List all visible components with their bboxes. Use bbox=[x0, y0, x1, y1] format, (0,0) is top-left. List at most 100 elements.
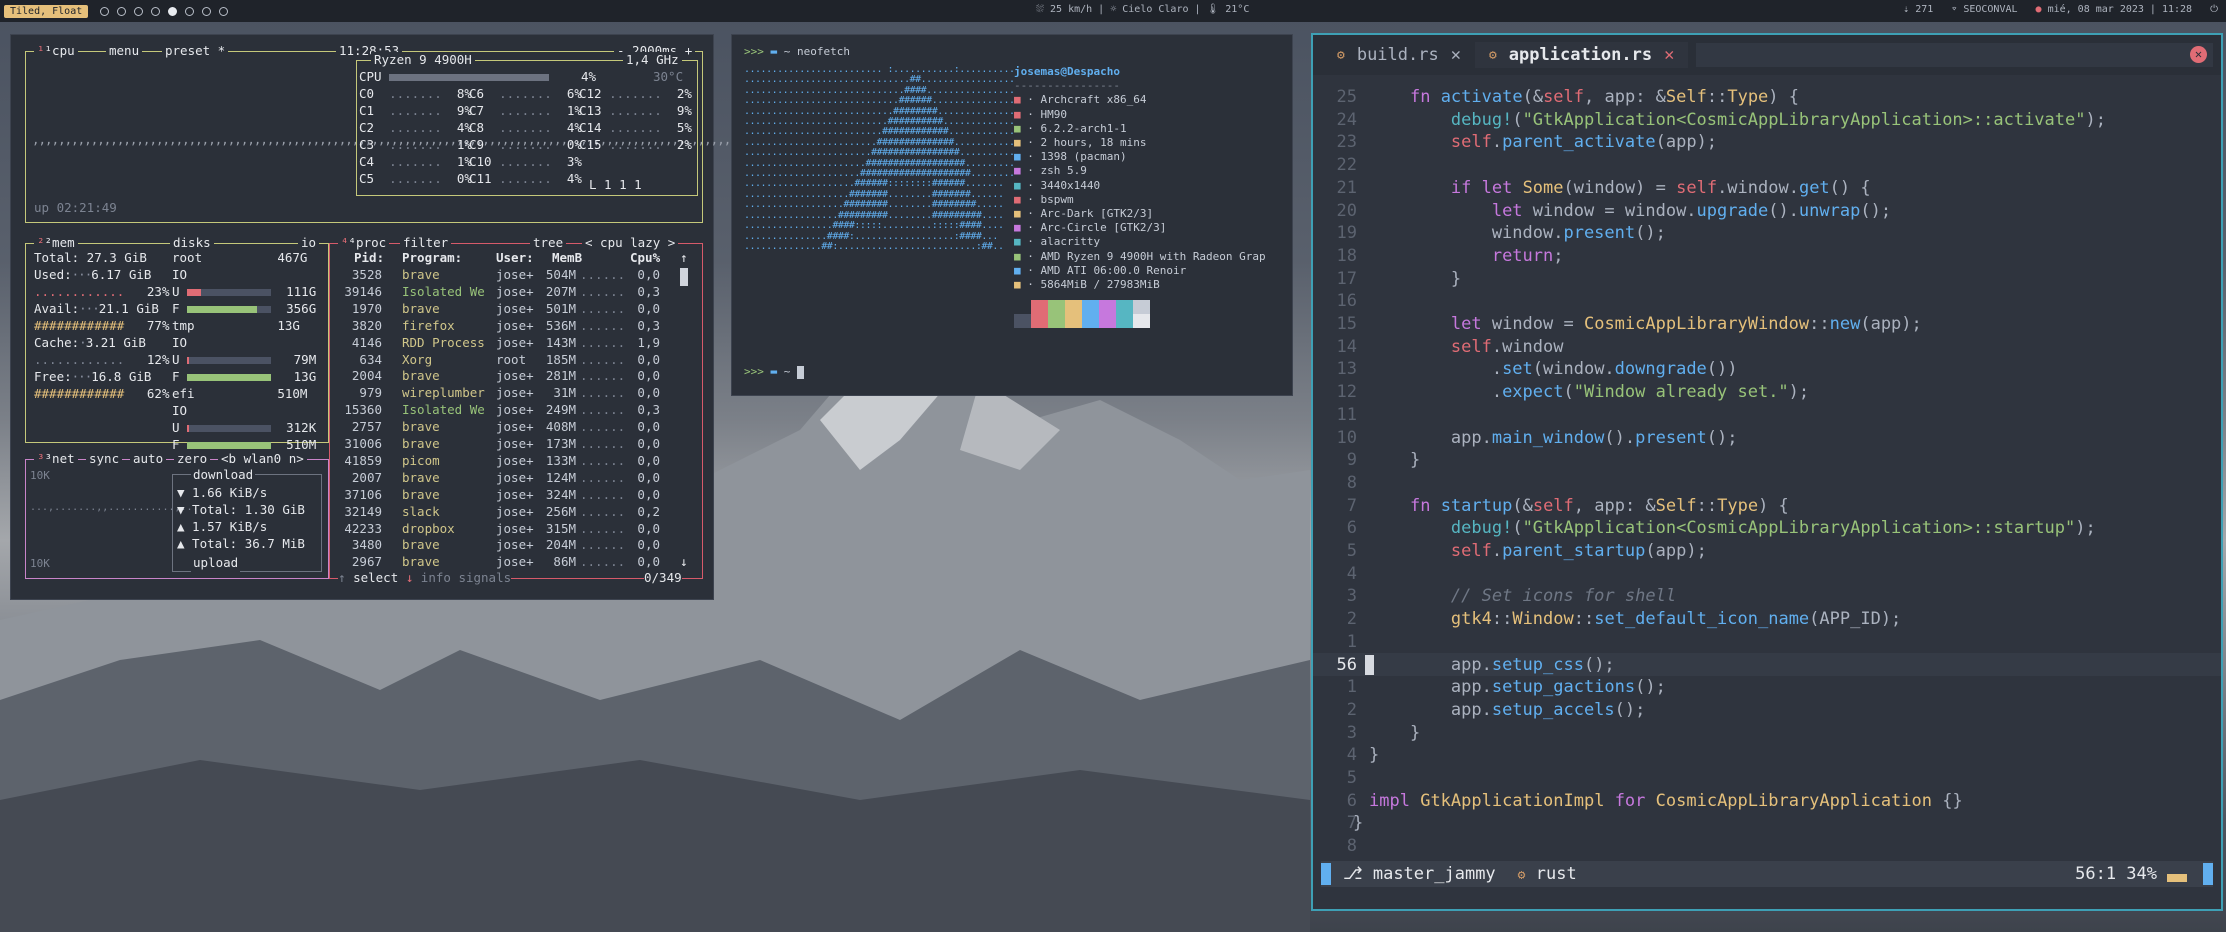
proc-row[interactable]: 2004 brave jose+ 281M 0,0...... bbox=[330, 368, 674, 385]
net-interface-selector[interactable]: <b wlan0 n> bbox=[218, 451, 307, 467]
mem-free: Free:···16.8 GiB bbox=[34, 369, 152, 384]
cpu-core-c5: C5 ....... 0% bbox=[359, 171, 472, 186]
proc-pid: 39146 bbox=[344, 283, 382, 299]
proc-pid: 3528 bbox=[351, 267, 382, 282]
color-palette bbox=[1014, 300, 1266, 315]
workspace-8[interactable] bbox=[219, 6, 229, 16]
proc-row[interactable]: 3528 brave jose+ 504M 0,0...... bbox=[330, 267, 674, 284]
wifi-status[interactable]: ⌔ SEOCONVAL bbox=[1951, 4, 2017, 15]
close-tab-icon[interactable]: ✕ bbox=[1664, 45, 1674, 65]
proc-row[interactable]: 32149 slack jose+ 256M 0,2...... bbox=[330, 504, 674, 521]
proc-row[interactable]: 41859 picom jose+ 133M 0,0...... bbox=[330, 453, 674, 470]
workspace-5-active[interactable] bbox=[168, 6, 178, 16]
sysinfo-line: ■ · 2 hours, 18 mins bbox=[1014, 136, 1147, 150]
code-line: gtk4::Window::set_default_icon_name(APP_… bbox=[1450, 609, 1902, 630]
cpu-title[interactable]: ¹¹cpu bbox=[34, 43, 78, 59]
color-swatch bbox=[1048, 314, 1065, 329]
prompt-line-2[interactable]: >>> ▬ ~ bbox=[744, 365, 804, 379]
io-title[interactable]: io bbox=[298, 235, 320, 251]
proc-program: brave bbox=[402, 419, 440, 435]
net-sync-button[interactable]: sync bbox=[86, 451, 123, 467]
proc-tree-toggle[interactable]: tree bbox=[530, 235, 567, 251]
power-icon[interactable]: ⏻ bbox=[2210, 4, 2218, 15]
proc-program: Xorg bbox=[402, 351, 433, 367]
code-editor[interactable]: ⚙ build.rs ✕ ⚙ application.rs ✕ ✕ 25 fn … bbox=[1311, 33, 2223, 911]
disk-free: F 13G bbox=[172, 369, 317, 384]
workspace-3[interactable] bbox=[134, 6, 144, 16]
btop-window[interactable]: ¹¹cpu menu preset * 11:28:53 - 2000ms + … bbox=[10, 34, 738, 600]
proc-pid: 3820 bbox=[351, 317, 382, 333]
proc-row[interactable]: 42233 dropbox jose+ 315M 0,0...... bbox=[330, 521, 674, 538]
proc-col-header[interactable]: Program: bbox=[402, 250, 462, 267]
color-swatch bbox=[1133, 300, 1150, 315]
mem-title[interactable]: ²²mem bbox=[34, 235, 78, 251]
neofetch-terminal[interactable]: >>> ▬ ~ neofetch .......................… bbox=[731, 34, 1293, 396]
proc-cpu-graph: ...... bbox=[580, 317, 626, 333]
proc-cpu-graph: ...... bbox=[580, 520, 626, 536]
proc-row[interactable]: 37106 brave jose+ 324M 0,0...... bbox=[330, 487, 674, 504]
proc-row[interactable]: 2757 brave jose+ 408M 0,0...... bbox=[330, 419, 674, 436]
proc-pid: 979 bbox=[359, 385, 382, 401]
proc-row[interactable]: 2007 brave jose+ 124M 0,0...... bbox=[330, 470, 674, 487]
workspace-2[interactable] bbox=[117, 6, 127, 16]
net-zero-button[interactable]: zero bbox=[174, 451, 211, 467]
proc-col-header[interactable]: Pid: bbox=[354, 250, 384, 267]
proc-row[interactable]: 31006 brave jose+ 173M 0,0...... bbox=[330, 436, 674, 453]
proc-scrollbar[interactable] bbox=[680, 268, 688, 286]
close-window-icon[interactable]: ✕ bbox=[2190, 46, 2207, 63]
workspace-4[interactable] bbox=[151, 6, 161, 16]
proc-row[interactable]: 15360 Isolated We jose+ 249M 0,3...... bbox=[330, 402, 674, 419]
proc-program: brave bbox=[402, 436, 440, 451]
proc-row[interactable]: 3480 brave jose+ 204M 0,0...... bbox=[330, 537, 674, 554]
sysinfo-line: ■ · Arc-Dark [GTK2/3] bbox=[1014, 207, 1154, 221]
tab-build-rs[interactable]: ⚙ build.rs ✕ bbox=[1323, 42, 1475, 68]
proc-row[interactable]: 2967 brave jose+ 86M 0,0...... bbox=[330, 554, 674, 571]
proc-select-button[interactable]: select bbox=[353, 570, 398, 585]
scroll-up-icon[interactable]: ↑ bbox=[680, 250, 688, 267]
color-swatch bbox=[1116, 300, 1133, 315]
proc-col-header[interactable]: Cpu% bbox=[630, 250, 660, 267]
cpu-core-c3: C3 ....... 1% bbox=[359, 137, 472, 152]
code-line: } bbox=[1369, 722, 1421, 743]
proc-col-header[interactable]: User: bbox=[496, 250, 534, 267]
rust-file-icon: ⚙ bbox=[1337, 47, 1345, 63]
proc-pid: 2004 bbox=[351, 368, 382, 384]
proc-title[interactable]: ⁴⁴proc bbox=[338, 235, 390, 251]
proc-filter[interactable]: filter bbox=[400, 235, 452, 251]
net-auto-button[interactable]: auto bbox=[130, 451, 167, 467]
net-down-total: ▼ Total: 1.30 GiB bbox=[177, 502, 305, 517]
proc-cpu-graph: ...... bbox=[580, 402, 626, 418]
proc-row[interactable]: 3820 firefox jose+ 536M 0,3...... bbox=[330, 318, 674, 335]
updates-count[interactable]: ⇣ 271 bbox=[1903, 4, 1933, 15]
proc-row[interactable]: 4146 RDD Process jose+ 143M 1,9...... bbox=[330, 335, 674, 352]
proc-program: Isolated We bbox=[402, 283, 485, 299]
proc-col-header[interactable]: MemB bbox=[552, 250, 582, 267]
net-title[interactable]: ³³net bbox=[34, 451, 78, 467]
preset-button[interactable]: preset * bbox=[162, 43, 229, 59]
proc-row[interactable]: 634 Xorg root 185M 0,0...... bbox=[330, 352, 674, 369]
layout-indicator[interactable]: Tiled, Float bbox=[4, 4, 89, 18]
sysinfo-icon: ■ bbox=[1014, 136, 1028, 150]
proc-row[interactable]: 979 wireplumber jose+ 31M 0,0...... bbox=[330, 385, 674, 402]
menu-button[interactable]: menu bbox=[106, 43, 143, 59]
proc-row[interactable]: 1970 brave jose+ 501M 0,0...... bbox=[330, 301, 674, 318]
cpu-core-c12: C12 ....... 2% bbox=[579, 86, 692, 101]
tab-application-rs[interactable]: ⚙ application.rs ✕ bbox=[1474, 42, 1689, 68]
datetime[interactable]: ● mié, 08 mar 2023 | 11:28 bbox=[2036, 4, 2193, 15]
workspace-7[interactable] bbox=[202, 6, 212, 16]
close-tab-icon[interactable]: ✕ bbox=[1451, 45, 1461, 65]
proc-info-button[interactable]: info bbox=[421, 570, 451, 585]
mem-panel: ²²mem disks io Total: 27.3 GiB Used:···6… bbox=[25, 235, 329, 452]
workspace-6[interactable] bbox=[185, 6, 195, 16]
workspace-1[interactable] bbox=[100, 6, 110, 16]
scroll-down-icon[interactable]: ↓ bbox=[680, 554, 688, 571]
proc-program: Isolated We bbox=[402, 402, 485, 418]
proc-row[interactable]: 39146 Isolated We jose+ 207M 0,3...... bbox=[330, 284, 674, 301]
proc-signals-button[interactable]: signals bbox=[458, 570, 511, 585]
proc-mem: 133M bbox=[545, 452, 576, 468]
proc-sort-selector[interactable]: < cpu lazy > bbox=[582, 235, 679, 251]
disk-name: root 467G bbox=[172, 250, 308, 265]
color-palette-bright bbox=[1014, 314, 1266, 329]
sysinfo-icon: ■ bbox=[1014, 207, 1028, 221]
proc-program: brave bbox=[402, 267, 440, 282]
